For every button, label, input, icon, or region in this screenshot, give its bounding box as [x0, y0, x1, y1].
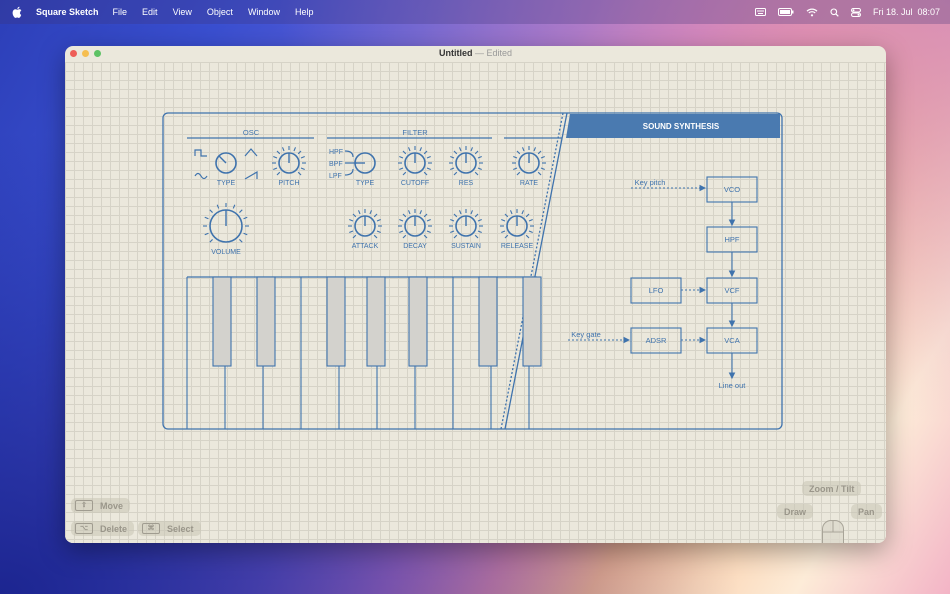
menu-window[interactable]: Window — [248, 7, 280, 17]
black-key[interactable] — [522, 276, 542, 367]
black-key[interactable] — [408, 276, 428, 367]
volume-knob[interactable]: VOLUME — [203, 203, 249, 256]
synth-frame — [162, 112, 783, 430]
search-icon[interactable] — [830, 7, 839, 17]
rate-knob-label: RATE — [520, 180, 538, 187]
square-wave-icon — [194, 149, 207, 157]
attack-knob[interactable]: ATTACK — [348, 209, 382, 250]
delete-hint: ⌥ Delete — [71, 521, 135, 536]
volume-knob-label: VOLUME — [211, 249, 241, 256]
black-key[interactable] — [478, 276, 498, 367]
app-menu[interactable]: Square Sketch — [36, 7, 99, 17]
pitch-knob[interactable]: PITCH — [272, 146, 306, 187]
res-knob[interactable]: RES — [449, 146, 483, 187]
draw-hint: Draw — [777, 504, 814, 519]
synth-sketch[interactable]: SOUND SYNTHESIS OSC FILTER HPF BPF LPF T… — [65, 62, 886, 543]
osc-heading: OSC — [243, 128, 260, 137]
divider-line — [504, 112, 568, 430]
pan-hint: Pan — [851, 504, 882, 519]
filter-type-knob[interactable]: TYPE — [354, 152, 376, 187]
sustain-knob[interactable]: SUSTAIN — [449, 209, 483, 250]
document-window: Untitled — Edited SOUND SYNTHESIS OSC FI… — [65, 46, 886, 543]
shift-key-icon: ⇧ — [75, 500, 93, 511]
black-key[interactable] — [256, 276, 276, 367]
delete-hint-label: Delete — [100, 523, 128, 534]
window-title: Untitled — Edited — [438, 48, 513, 58]
osc-type-knob[interactable]: TYPE — [215, 152, 237, 187]
move-hint-label: Move — [100, 500, 124, 511]
apple-logo-icon[interactable] — [12, 6, 22, 18]
select-hint-label: Select — [167, 523, 194, 534]
edited-status: Edited — [486, 48, 513, 58]
filter-mode-hpf: HPF — [329, 149, 343, 156]
rate-knob[interactable]: RATE — [512, 146, 546, 187]
menu-file[interactable]: File — [113, 7, 128, 17]
decay-knob-label: DECAY — [403, 243, 427, 250]
zoom-hint: Zoom / Tilt — [802, 481, 862, 496]
osc-type-knob-label: TYPE — [217, 180, 236, 187]
cutoff-knob[interactable]: CUTOFF — [398, 146, 432, 187]
keyboard[interactable] — [186, 276, 542, 429]
cutoff-knob-label: CUTOFF — [401, 180, 429, 187]
wifi-icon[interactable] — [806, 8, 818, 17]
filter-type-knob-label: TYPE — [356, 180, 375, 187]
title-bar: Untitled — Edited — [65, 46, 886, 62]
select-hint: ⌘ Select — [138, 521, 201, 536]
menu-bar: Square Sketch File Edit View Object Wind… — [0, 0, 950, 24]
menu-view[interactable]: View — [173, 7, 192, 17]
block-vcf-label: VCF — [725, 286, 740, 295]
drawing-canvas[interactable]: SOUND SYNTHESIS OSC FILTER HPF BPF LPF T… — [65, 62, 886, 543]
filter-mode-lpf: LPF — [329, 173, 342, 180]
panel-title: SOUND SYNTHESIS — [643, 122, 720, 131]
sustain-knob-label: SUSTAIN — [451, 243, 481, 250]
filter-heading: FILTER — [402, 128, 428, 137]
control-center-icon[interactable] — [850, 7, 861, 17]
keyboard-icon[interactable] — [754, 8, 766, 16]
menu-edit[interactable]: Edit — [142, 7, 158, 17]
attack-knob-label: ATTACK — [352, 243, 379, 250]
clock[interactable]: Fri 18. Jul 08:07 — [873, 7, 940, 17]
block-adsr-label: ADSR — [646, 336, 667, 345]
battery-icon[interactable] — [777, 8, 794, 16]
mouse-icon — [822, 520, 844, 543]
saw-wave-icon — [244, 170, 258, 180]
pitch-knob-label: PITCH — [279, 180, 300, 187]
block-vco-label: VCO — [724, 185, 740, 194]
option-key-icon: ⌥ — [75, 523, 93, 534]
block-vca-label: VCA — [724, 336, 739, 345]
filter-mode-bpf: BPF — [329, 161, 343, 168]
menu-object[interactable]: Object — [207, 7, 233, 17]
key-gate-label: Key gate — [571, 330, 601, 339]
res-knob-label: RES — [459, 180, 474, 187]
document-name: Untitled — [438, 48, 473, 58]
decay-knob[interactable]: DECAY — [398, 209, 432, 250]
sine-wave-icon — [194, 172, 208, 180]
divider-dash — [500, 112, 564, 430]
move-hint: ⇧ Move — [71, 498, 131, 513]
black-key[interactable] — [366, 276, 386, 367]
release-knob-label: RELEASE — [501, 243, 534, 250]
key-pitch-label: Key pitch — [635, 178, 666, 187]
block-hpf-label: HPF — [725, 235, 740, 244]
black-key[interactable] — [326, 276, 346, 367]
release-knob[interactable]: RELEASE — [500, 209, 534, 250]
block-lfo-label: LFO — [649, 286, 664, 295]
line-out-label: Line out — [719, 381, 747, 390]
command-key-icon: ⌘ — [142, 523, 160, 534]
menu-help[interactable]: Help — [295, 7, 314, 17]
triangle-wave-icon — [244, 148, 258, 157]
black-key[interactable] — [212, 276, 232, 367]
